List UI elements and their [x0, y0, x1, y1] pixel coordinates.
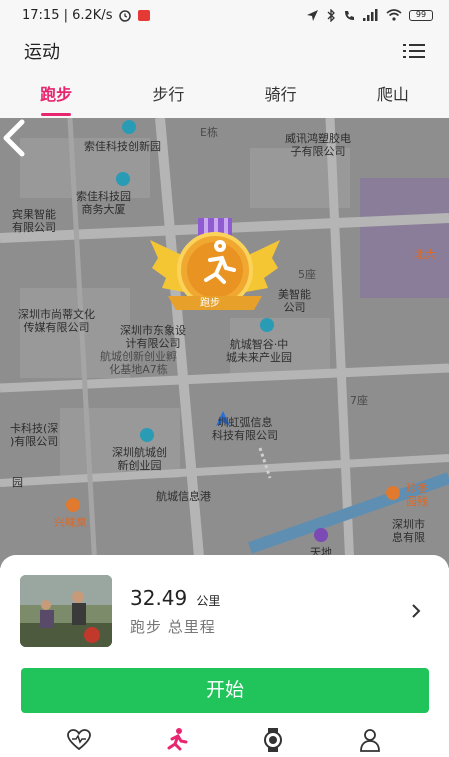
activity-photo [20, 575, 112, 647]
battery-icon: 99 [409, 9, 433, 21]
running-icon [167, 728, 188, 751]
page-title: 运动 [24, 42, 60, 63]
notification-badge-icon [138, 9, 151, 21]
distance-stats: 32.49 公里 跑步 总里程 [130, 586, 220, 637]
map-pin-icon [66, 498, 80, 512]
map-pin-icon [116, 172, 130, 186]
map-label: 威讯鸿塑胶电 子有限公司 [285, 132, 351, 158]
photo-image [20, 575, 112, 647]
map-label: 航城创新创业孵 化基地A7栋 [100, 350, 177, 376]
sport-tabs: 跑步 步行 骑行 爬山 [0, 72, 449, 122]
tab-running[interactable]: 跑步 [0, 72, 112, 122]
person-icon [360, 729, 381, 752]
nav-device[interactable] [253, 726, 293, 754]
running-medal: 跑步 [150, 218, 280, 328]
list-menu-icon[interactable] [403, 43, 425, 59]
summary-card[interactable]: 32.49 公里 跑步 总里程 [20, 575, 430, 647]
map-label: 5座 [298, 268, 316, 281]
map-pin-icon [122, 120, 136, 134]
medal-label: 跑步 [200, 298, 220, 309]
map-label: 宾果智能 有限公司 [12, 208, 56, 234]
map-label: 深圳市 息有限 [392, 518, 425, 544]
map-label: 索佳科技园 商务大厦 [76, 190, 131, 216]
location-icon [307, 9, 318, 21]
map-label: 珍香 园残 [406, 482, 428, 508]
map-label: 园 [12, 476, 23, 489]
tab-hiking[interactable]: 爬山 [337, 72, 449, 122]
chevron-right-icon[interactable] [410, 603, 422, 619]
total-distance-value: 32.49 [130, 585, 188, 610]
nav-profile[interactable] [350, 726, 390, 754]
map-label: 航城信息港 [156, 490, 211, 503]
watch-icon [264, 728, 283, 752]
bottom-nav [0, 723, 449, 757]
wifi-icon [386, 9, 402, 21]
back-arrow-icon[interactable] [0, 118, 28, 158]
app-bar: 运动 [0, 30, 449, 72]
map-label: 航城智谷·中 城未来产业园 [226, 338, 292, 364]
tab-cycling[interactable]: 骑行 [225, 72, 337, 122]
map-label: 索佳科技创新园 [84, 140, 161, 153]
map-label: 圳虹弧信息 科技有限公司 [212, 416, 278, 442]
bluetooth-icon [327, 8, 335, 22]
map-label: 7座 [350, 394, 368, 407]
map-label: E栋 [200, 126, 218, 139]
total-distance-label: 跑步 总里程 [130, 617, 216, 636]
heart-icon [66, 729, 91, 751]
status-bar: 17:15 | 6.2K/s 99 [0, 0, 449, 30]
medal-icon [150, 218, 280, 310]
map-label: 深圳航城创 新创业园 [112, 446, 167, 472]
map-label: 深圳市尚蒂文化 传媒有限公司 [18, 308, 95, 334]
status-time-speed: 17:15 | 6.2K/s [22, 7, 113, 23]
alarm-icon [119, 10, 132, 22]
map-label: 卡科技(深 )有限公司 [10, 422, 59, 448]
total-distance-unit: 公里 [196, 593, 221, 608]
tab-walking[interactable]: 步行 [112, 72, 224, 122]
map-view[interactable]: E栋 威讯鸿塑胶电 子有限公司 索佳科技创新园 索佳科技园 商务大厦 宾果智能 … [0, 118, 449, 568]
nav-sport[interactable] [156, 726, 196, 754]
map-label: 兴味臬 [54, 516, 87, 529]
signal-icon [363, 9, 378, 21]
map-label: 美智能 公司 [278, 288, 311, 314]
map-pin-icon [140, 428, 154, 442]
nav-health[interactable] [59, 726, 99, 754]
map-pin-icon [314, 528, 328, 542]
call-icon [345, 10, 354, 20]
map-pin-icon [386, 486, 400, 500]
start-button[interactable]: 开始 [21, 668, 429, 713]
map-label: 北大 [414, 248, 436, 261]
